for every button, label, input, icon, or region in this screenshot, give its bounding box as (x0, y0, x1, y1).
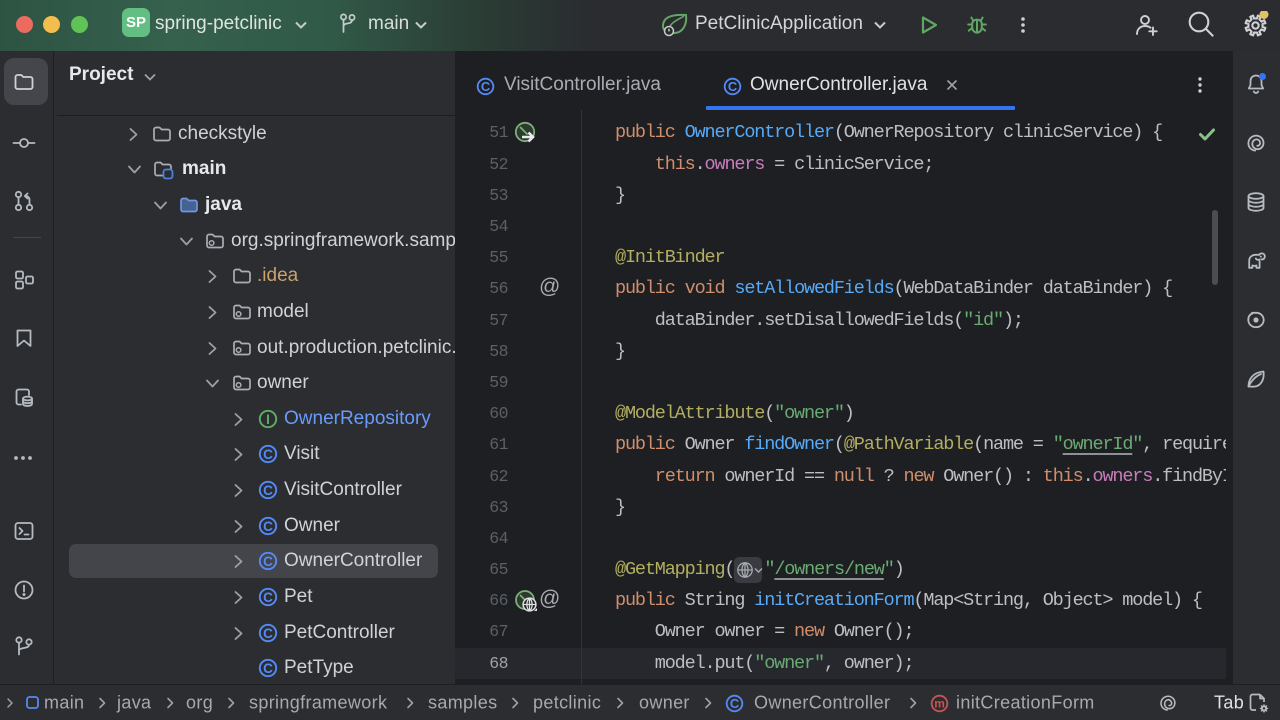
svg-text:I: I (266, 412, 270, 427)
svg-text:C: C (263, 590, 273, 605)
svg-text:C: C (263, 661, 273, 676)
svg-text:C: C (263, 483, 273, 498)
svg-text:C: C (263, 554, 273, 569)
svg-text:C: C (481, 79, 490, 94)
svg-text:m: m (934, 697, 945, 711)
svg-text:C: C (263, 625, 273, 640)
svg-text:C: C (730, 696, 739, 711)
svg-text:C: C (263, 447, 273, 462)
svg-text:C: C (728, 79, 737, 94)
svg-text:C: C (263, 519, 273, 534)
